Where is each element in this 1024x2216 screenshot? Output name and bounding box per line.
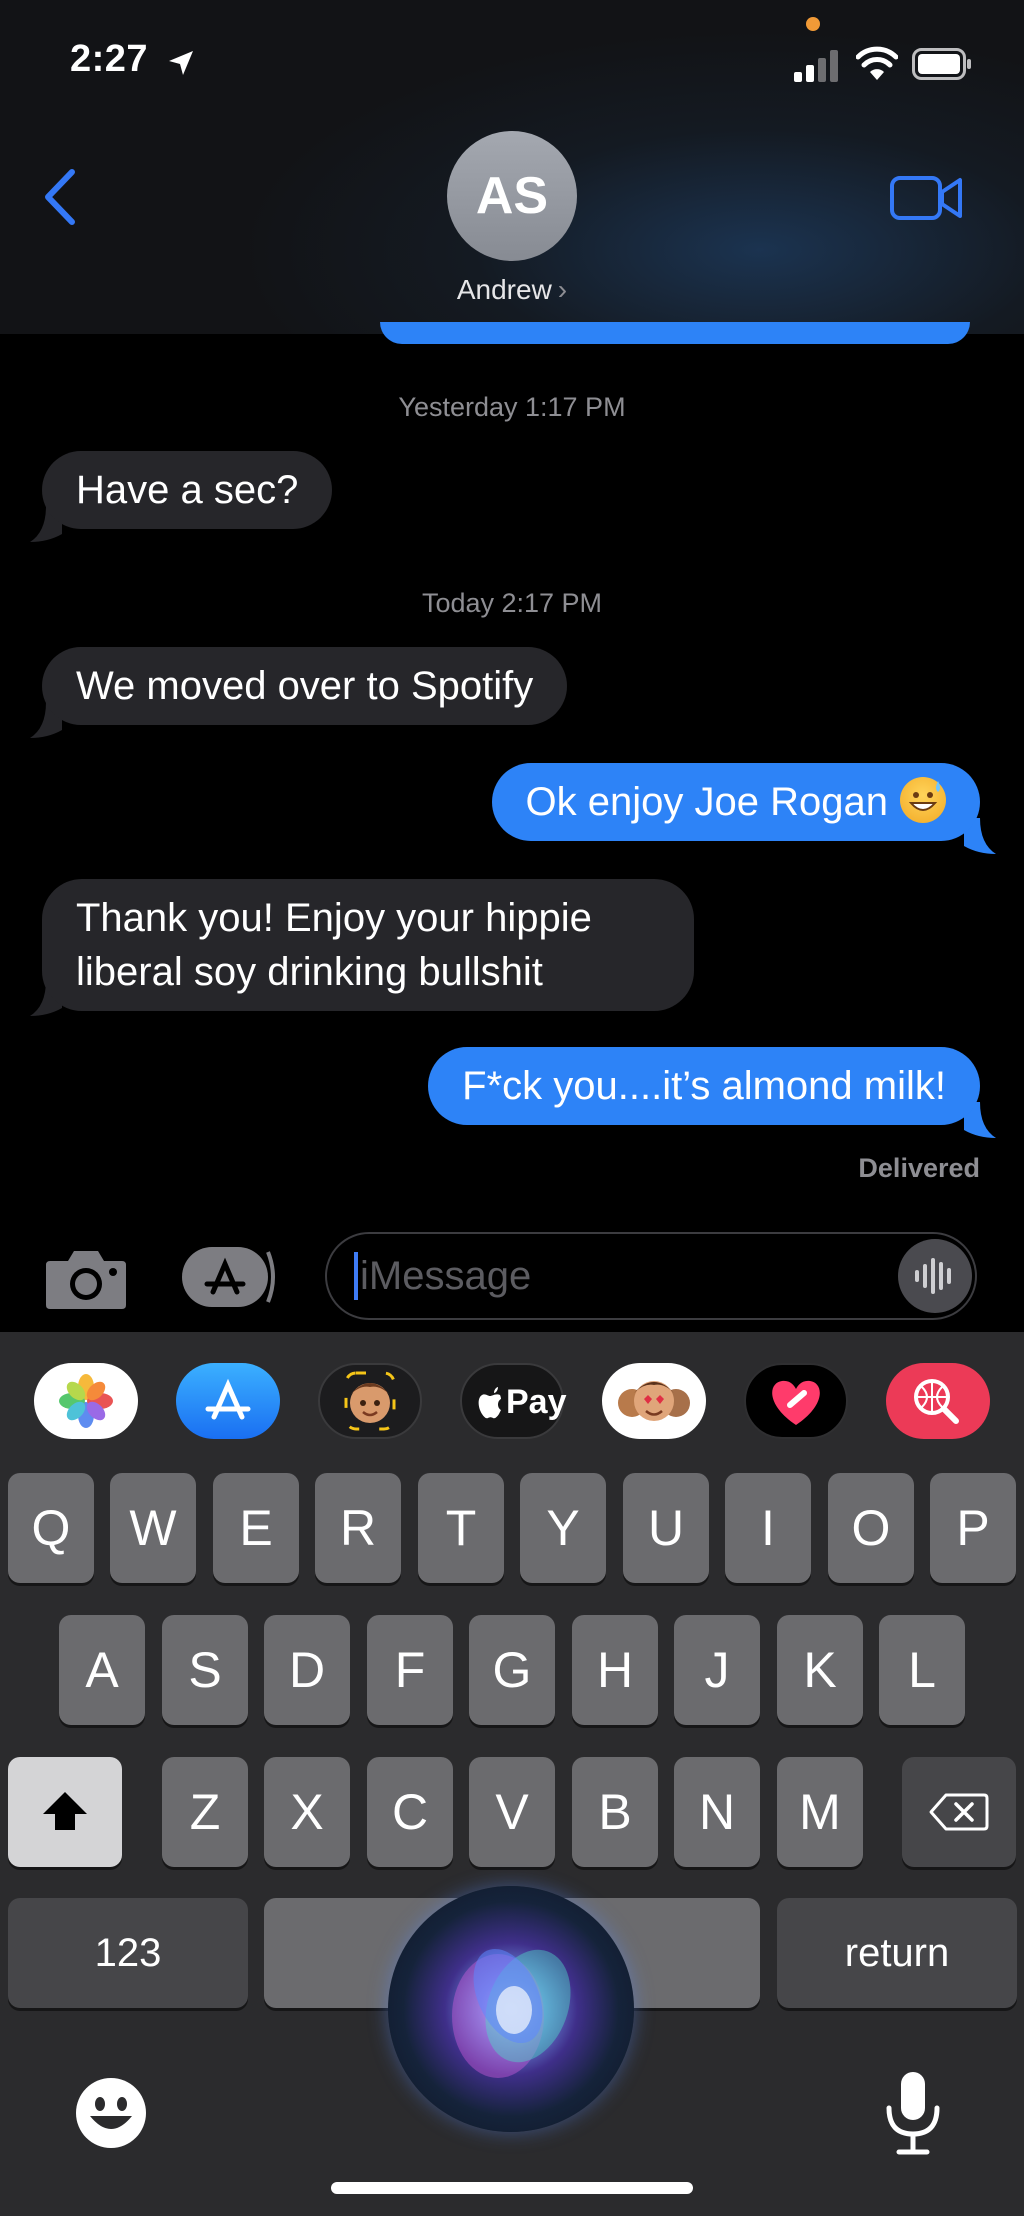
photos-icon[interactable] xyxy=(34,1363,138,1439)
heart-icon xyxy=(772,1380,820,1425)
shift-key[interactable] xyxy=(8,1757,122,1867)
key-l[interactable]: L xyxy=(879,1615,965,1725)
key-c[interactable]: C xyxy=(367,1757,453,1867)
home-indicator[interactable] xyxy=(331,2182,693,2194)
key-s[interactable]: S xyxy=(162,1615,248,1725)
outgoing-message[interactable]: Ok enjoy Joe Rogan xyxy=(491,763,980,841)
app-store-drawer-icon[interactable] xyxy=(180,1246,280,1308)
memoji-stickers-icon[interactable] xyxy=(602,1363,706,1439)
location-arrow-icon xyxy=(169,51,193,75)
app-store-icon[interactable] xyxy=(176,1363,280,1439)
key-v[interactable]: V xyxy=(469,1757,555,1867)
image-search-icon[interactable] xyxy=(886,1363,990,1439)
timestamp-yesterday: Yesterday 1:17 PM xyxy=(398,392,626,422)
privacy-indicator-dot xyxy=(806,17,820,31)
incoming-message-multiline[interactable]: Thank you! Enjoy your hippie liberal soy… xyxy=(42,879,694,1011)
key-z[interactable]: Z xyxy=(162,1757,248,1867)
key-h[interactable]: H xyxy=(572,1615,658,1725)
key-y[interactable]: Y xyxy=(520,1473,606,1583)
delete-key[interactable] xyxy=(902,1757,1016,1867)
numbers-key[interactable]: 123 xyxy=(8,1898,248,2008)
outgoing-message[interactable]: F*ck you....it’s almond milk! xyxy=(428,1047,980,1125)
return-key[interactable]: return xyxy=(777,1898,1017,2008)
key-i[interactable]: I xyxy=(725,1473,811,1583)
key-w[interactable]: W xyxy=(110,1473,196,1583)
contact-name-label: Andrew xyxy=(456,274,552,305)
app-store-glyph xyxy=(205,1378,251,1420)
imessage-placeholder: iMessage xyxy=(360,1254,532,1298)
previous-message-bubble-edge xyxy=(380,322,970,344)
key-t[interactable]: T xyxy=(418,1473,504,1583)
text-caret xyxy=(354,1252,358,1300)
globe-search-icon xyxy=(914,1379,959,1424)
timestamp-today: Today 2:17 PM xyxy=(421,588,603,618)
incoming-message[interactable]: We moved over to Spotify xyxy=(42,647,568,725)
key-m[interactable]: M xyxy=(777,1757,863,1867)
key-o[interactable]: O xyxy=(828,1473,914,1583)
key-r[interactable]: R xyxy=(315,1473,401,1583)
memoji-stickers-face-icon xyxy=(618,1381,690,1421)
message-line: Thank you! Enjoy your hippie xyxy=(76,896,592,940)
key-x[interactable]: X xyxy=(264,1757,350,1867)
outgoing-message-text: Ok enjoy Joe Rogan xyxy=(525,780,888,824)
incoming-message[interactable]: Have a sec? xyxy=(42,451,333,529)
grinning-sweat-emoji-icon xyxy=(900,777,946,823)
key-f[interactable]: F xyxy=(367,1615,453,1725)
contact-avatar[interactable]: AS xyxy=(447,131,577,261)
backspace-icon xyxy=(929,1793,989,1831)
back-chevron-icon[interactable] xyxy=(40,168,80,226)
key-u[interactable]: U xyxy=(623,1473,709,1583)
wifi-icon xyxy=(856,46,898,80)
digital-touch-icon[interactable] xyxy=(744,1363,848,1439)
key-g[interactable]: G xyxy=(469,1615,555,1725)
key-p[interactable]: P xyxy=(930,1473,1016,1583)
key-e[interactable]: E xyxy=(213,1473,299,1583)
apple-logo-icon xyxy=(478,1387,501,1419)
siri-waves-icon xyxy=(452,1948,571,2078)
key-j[interactable]: J xyxy=(674,1615,760,1725)
status-time: 2:27 xyxy=(70,38,149,80)
memoji-icon[interactable] xyxy=(318,1363,422,1439)
key-b[interactable]: B xyxy=(572,1757,658,1867)
shift-arrow-icon xyxy=(43,1792,87,1830)
contact-chevron: › xyxy=(557,274,568,305)
photos-flower-icon xyxy=(59,1374,113,1428)
key-k[interactable]: K xyxy=(777,1615,863,1725)
emoji-keyboard-icon[interactable] xyxy=(74,2076,148,2150)
waveform-icon xyxy=(915,1258,951,1294)
contact-name[interactable]: Andrew › xyxy=(390,274,634,306)
cellular-signal-icon xyxy=(794,50,838,82)
battery-icon xyxy=(912,48,971,80)
key-n[interactable]: N xyxy=(674,1757,760,1867)
key-q[interactable]: Q xyxy=(8,1473,94,1583)
facetime-video-icon[interactable] xyxy=(890,174,962,222)
siri-orb-icon[interactable] xyxy=(388,1886,634,2132)
camera-icon[interactable] xyxy=(44,1245,128,1311)
audio-message-button[interactable] xyxy=(898,1239,972,1313)
memoji-face-icon xyxy=(344,1371,396,1431)
key-a[interactable]: A xyxy=(59,1615,145,1725)
message-line: liberal soy drinking bullshit xyxy=(76,950,543,994)
apple-pay-icon[interactable]: Pay xyxy=(460,1363,567,1439)
apple-pay-label: Pay xyxy=(506,1383,567,1421)
key-d[interactable]: D xyxy=(264,1615,350,1725)
dictation-microphone-icon[interactable] xyxy=(880,2068,946,2158)
delivered-status: Delivered xyxy=(858,1153,980,1183)
